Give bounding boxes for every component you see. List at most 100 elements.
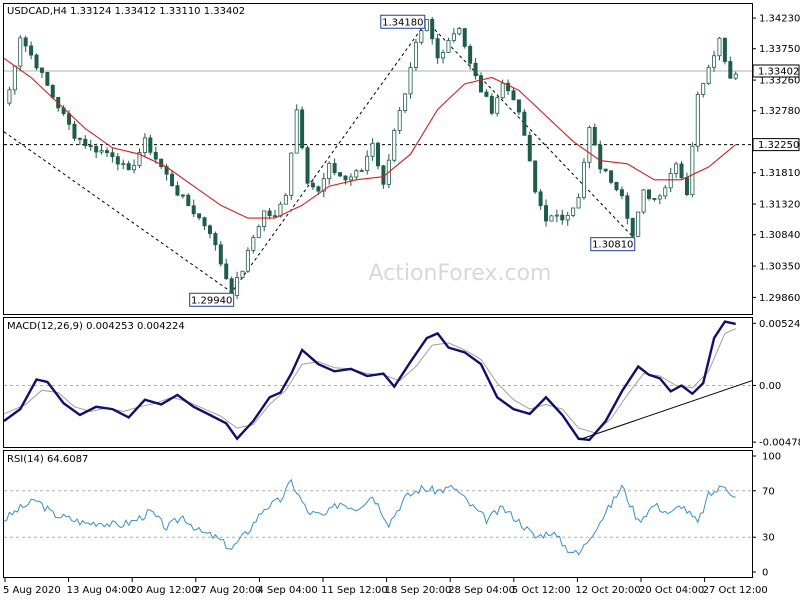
- candle-body: [370, 142, 375, 157]
- macd-header: MACD(12,26,9) 0.004253 0.004224: [7, 321, 185, 332]
- value-marker-label: 1.32250: [758, 140, 799, 151]
- candle-body: [278, 203, 283, 217]
- candle-body: [695, 94, 700, 147]
- price-tick-label: 1.33750: [759, 44, 800, 55]
- candle-body: [294, 109, 299, 154]
- candle-body: [641, 189, 646, 213]
- candle-body: [197, 213, 202, 219]
- candle-body: [207, 225, 212, 234]
- candle-body: [23, 37, 28, 47]
- candle-body: [630, 217, 635, 237]
- rsi-header: RSI(14) 64.6087: [7, 454, 88, 465]
- candle-body: [527, 134, 532, 162]
- candle-body: [468, 45, 473, 64]
- candle-body: [462, 28, 467, 47]
- candle-body: [733, 73, 738, 79]
- candle-body: [251, 237, 256, 251]
- candle-body: [126, 163, 131, 171]
- watermark: ActionForex.com: [369, 261, 552, 286]
- candle-body: [29, 45, 34, 56]
- candle-body: [516, 99, 521, 113]
- candle-body: [419, 30, 424, 43]
- rsi-tick-label: 70: [762, 486, 775, 497]
- candle-body: [701, 83, 706, 95]
- candle-body: [495, 97, 500, 114]
- candle-body: [717, 37, 722, 57]
- candle-body: [636, 211, 641, 237]
- price-header: USDCAD,H4 1.33124 1.33412 1.33110 1.3340…: [7, 6, 245, 17]
- candle-body: [430, 18, 435, 40]
- candle-body: [712, 55, 717, 68]
- x-tick-label: 5 Oct 12:00: [512, 585, 571, 596]
- candle-body: [424, 18, 429, 32]
- candle-body: [191, 205, 196, 215]
- candle-body: [180, 194, 185, 197]
- candle-body: [365, 155, 370, 171]
- candle-body: [587, 127, 592, 163]
- candle-body: [706, 66, 711, 84]
- price-tick-label: 1.34230: [759, 14, 800, 25]
- price-label: 1.29940: [191, 295, 232, 306]
- value-marker-label: 1.33402: [758, 66, 799, 77]
- x-tick-label: 20 Aug 12:00: [130, 585, 197, 596]
- candle-body: [647, 189, 652, 199]
- candle-body: [413, 41, 418, 68]
- candle-body: [316, 186, 321, 192]
- candle-body: [403, 93, 408, 112]
- candle-body: [283, 194, 288, 205]
- candle-body: [684, 177, 689, 196]
- candle-body: [175, 185, 180, 196]
- candle-body: [262, 210, 267, 227]
- x-tick-label: 11 Sep 12:00: [321, 585, 388, 596]
- candle-body: [39, 67, 44, 73]
- candle-body: [581, 161, 586, 198]
- candle-body: [88, 145, 93, 147]
- candle-body: [104, 150, 109, 154]
- candle-body: [170, 173, 175, 187]
- candle-body: [256, 226, 261, 238]
- candle-body: [50, 84, 55, 98]
- candle-body: [110, 152, 115, 158]
- price-tick-label: 1.30840: [759, 230, 800, 241]
- candle-body: [153, 151, 158, 160]
- macd-tick-label: 0.00: [759, 381, 781, 392]
- candle-body: [348, 176, 353, 181]
- candle-body: [338, 172, 343, 177]
- candle-body: [435, 38, 440, 59]
- x-tick-label: 28 Sep 04:00: [448, 585, 515, 596]
- candle-body: [500, 82, 505, 99]
- candle-body: [235, 277, 240, 296]
- candle-body: [240, 270, 245, 278]
- candle-body: [441, 51, 446, 59]
- candle-body: [408, 67, 413, 95]
- candle-body: [728, 61, 733, 79]
- candle-body: [663, 187, 668, 197]
- candle-body: [202, 217, 207, 227]
- candle-body: [457, 28, 462, 35]
- rsi-tick-label: 0: [762, 568, 768, 579]
- candle-body: [576, 196, 581, 209]
- candle-body: [603, 168, 608, 172]
- candle-body: [359, 170, 364, 172]
- candle-body: [484, 91, 489, 97]
- candle-body: [18, 37, 23, 67]
- candle-body: [142, 137, 147, 153]
- candle-body: [565, 214, 570, 221]
- candle-body: [343, 175, 348, 181]
- candle-body: [300, 109, 305, 149]
- candle-body: [12, 65, 17, 91]
- candle-body: [511, 90, 516, 101]
- candle-body: [554, 214, 559, 217]
- candle-body: [186, 194, 191, 207]
- x-tick-label: 12 Oct 20:00: [575, 585, 640, 596]
- candle-body: [690, 145, 695, 196]
- candle-body: [533, 160, 538, 193]
- candle-body: [451, 33, 456, 41]
- rsi-tick-label: 30: [762, 533, 775, 544]
- candle-body: [625, 195, 630, 219]
- candle-body: [560, 214, 565, 221]
- candle-body: [67, 113, 72, 125]
- price-tick-label: 1.31320: [759, 200, 800, 211]
- candle-body: [619, 189, 624, 197]
- candle-body: [332, 163, 337, 173]
